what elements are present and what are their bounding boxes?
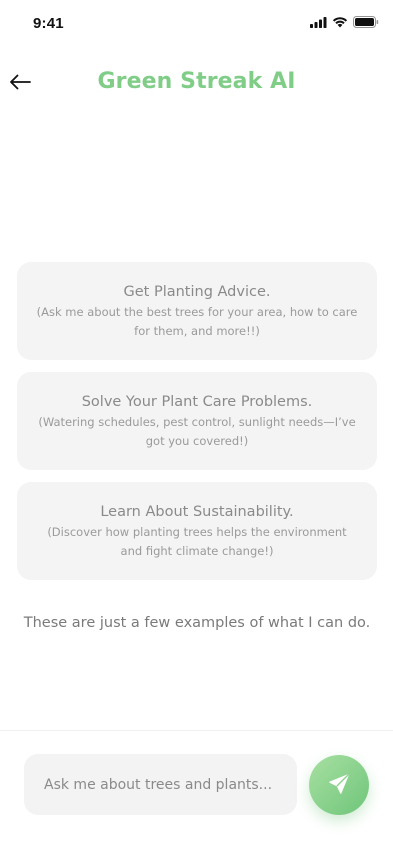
send-button[interactable] xyxy=(309,755,369,815)
status-time: 9:41 xyxy=(33,15,64,32)
cellular-signal-icon xyxy=(310,16,327,28)
suggestion-card-plant-care[interactable]: Solve Your Plant Care Problems. (Waterin… xyxy=(17,372,377,470)
wifi-icon xyxy=(332,16,348,28)
battery-icon xyxy=(353,16,379,28)
suggestion-title: Get Planting Advice. xyxy=(123,284,271,300)
suggestion-description: (Watering schedules, pest control, sunli… xyxy=(38,415,356,448)
suggestion-description: (Discover how planting trees helps the e… xyxy=(47,525,347,558)
status-icons xyxy=(310,16,379,28)
chat-input[interactable] xyxy=(24,754,297,815)
status-bar: 9:41 xyxy=(0,0,393,48)
app-title: Green Streak AI xyxy=(97,69,296,94)
send-icon xyxy=(327,772,351,799)
header: Green Streak AI xyxy=(0,62,393,106)
examples-note: These are just a few examples of what I … xyxy=(23,615,371,631)
suggestion-description: (Ask me about the best trees for your ar… xyxy=(36,305,358,338)
suggestion-title: Solve Your Plant Care Problems. xyxy=(81,394,313,410)
suggestion-card-planting-advice[interactable]: Get Planting Advice. (Ask me about the b… xyxy=(17,262,377,360)
suggestion-card-sustainability[interactable]: Learn About Sustainability. (Discover ho… xyxy=(17,482,377,580)
suggestion-title: Learn About Sustainability. xyxy=(100,504,294,520)
composer-divider xyxy=(0,730,393,731)
